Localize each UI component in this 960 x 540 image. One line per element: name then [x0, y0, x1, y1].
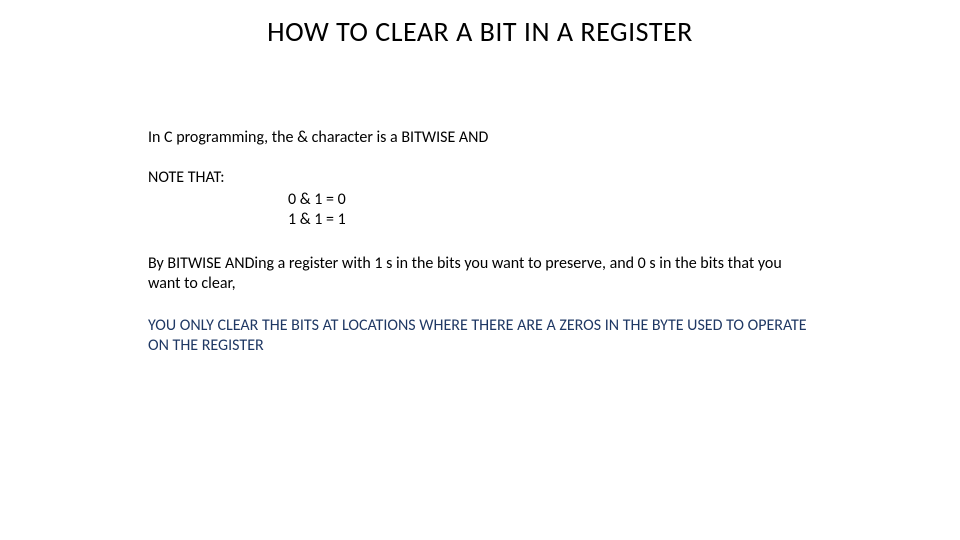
- slide: HOW TO CLEAR A BIT IN A REGISTER In C pr…: [0, 0, 960, 540]
- truth-table: 0 & 1 = 0 1 & 1 = 1: [288, 190, 812, 230]
- emphasis-text: YOU ONLY CLEAR THE BITS AT LOCATIONS WHE…: [148, 316, 812, 356]
- explanation-text: By BITWISE ANDing a register with 1 s in…: [148, 254, 812, 294]
- truth-line-1: 0 & 1 = 0: [288, 190, 812, 210]
- intro-text: In C programming, the & character is a B…: [148, 128, 812, 148]
- slide-body: In C programming, the & character is a B…: [148, 128, 812, 356]
- note-label: NOTE THAT:: [148, 168, 812, 188]
- slide-title: HOW TO CLEAR A BIT IN A REGISTER: [0, 14, 960, 49]
- truth-line-2: 1 & 1 = 1: [288, 210, 812, 230]
